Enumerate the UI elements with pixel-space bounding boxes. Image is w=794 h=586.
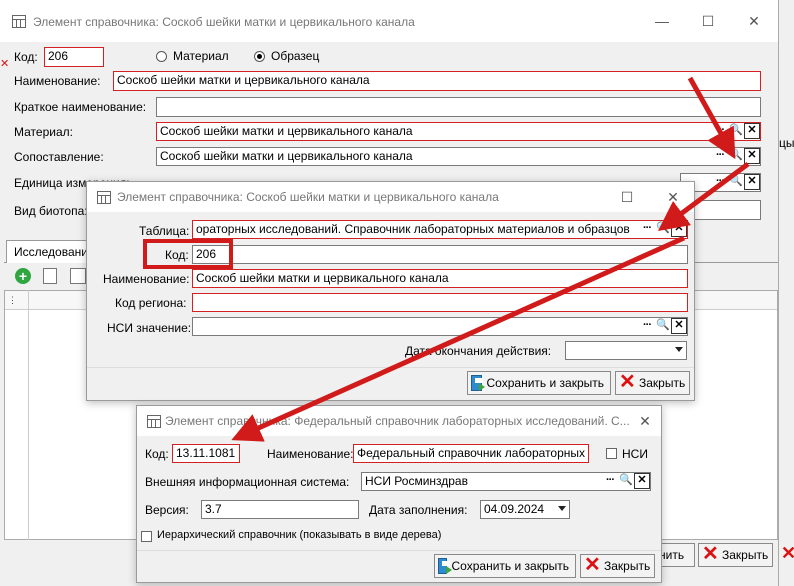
annotation-arrows	[231, 76, 750, 442]
arrow-to-table-search	[657, 161, 750, 231]
arrow-to-match-search	[687, 76, 736, 160]
arrow-to-front-kod	[231, 235, 686, 442]
